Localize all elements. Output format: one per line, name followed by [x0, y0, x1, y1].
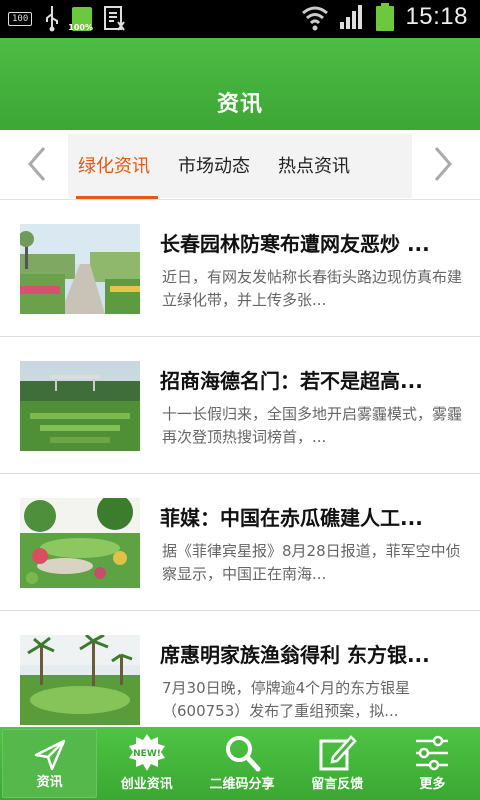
news-summary: 十一长假归来，全国多地开启雾霾模式，雾霾再次登顶热搜词榜首，... — [162, 405, 463, 446]
news-summary: 7月30日晚，停牌逾4个月的东方银星（600753）发布了重组预案，拟... — [162, 679, 411, 720]
edit-icon — [319, 735, 357, 771]
battery-icon — [376, 3, 395, 31]
active-tab-indicator — [76, 196, 158, 199]
nav-feedback[interactable]: 留言反馈 — [290, 727, 385, 800]
news-title: 席惠明家族渔翁得利 东方银... — [160, 643, 430, 667]
status-bar: 100 100% 15:18 — [0, 0, 480, 38]
chevron-left-icon[interactable] — [22, 146, 52, 182]
status-right-icons: 15:18 — [301, 2, 468, 32]
list-item[interactable]: 招商海德名门：若不是超高... 十一长假归来，全国多地开启雾霾模式，雾霾再次登顶… — [0, 337, 480, 474]
document-icon — [104, 6, 126, 31]
nav-startup-news[interactable]: NEW! 创业资讯 — [99, 727, 194, 800]
nav-qr-share[interactable]: 二维码分享 — [194, 727, 289, 800]
news-title: 招商海德名门：若不是超高... — [160, 369, 423, 393]
nav-label: 资讯 — [36, 775, 63, 790]
list-item[interactable]: 长春园林防寒布遭网友恶炒 ... 近日，有网友发帖称长春街头路边现仿真布建立绿化… — [0, 200, 480, 337]
nav-label: 创业资讯 — [120, 777, 173, 792]
category-tabs: 绿化资讯 市场动态 热点资讯 — [0, 130, 480, 200]
search-icon — [226, 736, 261, 772]
nav-news[interactable]: 资讯 — [2, 729, 98, 798]
chevron-right-icon[interactable] — [428, 146, 458, 182]
list-item[interactable]: 菲媒：中国在赤瓜礁建人工... 据《菲律宾星报》8月28日报道，菲军空中侦察显示… — [0, 474, 480, 611]
page-title: 资讯 — [216, 92, 263, 117]
new-badge-icon: NEW! — [128, 734, 165, 771]
news-thumbnail — [20, 361, 140, 451]
news-summary: 据《菲律宾星报》8月28日报道，菲军空中侦察显示，中国正在南海... — [162, 542, 461, 583]
clock: 15:18 — [405, 3, 468, 30]
news-title: 菲媒：中国在赤瓜礁建人工... — [160, 506, 423, 530]
news-thumbnail — [20, 224, 140, 314]
nav-label: 留言反馈 — [311, 777, 364, 792]
battery-charging-icon: 100% — [68, 7, 93, 32]
news-thumbnail — [20, 635, 140, 725]
tab-market-trends[interactable]: 市场动态 — [178, 152, 250, 178]
status-left-icons: 100 100% — [8, 6, 126, 32]
tab-hot-news[interactable]: 热点资讯 — [278, 152, 350, 178]
bottom-nav: 资讯 NEW! 创业资讯 二维码分享 留言反馈 更多 — [0, 727, 480, 800]
tab-greening-news[interactable]: 绿化资讯 — [78, 152, 150, 178]
sliders-icon — [416, 735, 449, 771]
title-bar: 资讯 — [0, 38, 480, 130]
nav-label: 更多 — [419, 777, 446, 792]
news-thumbnail — [20, 498, 140, 588]
send-icon — [34, 739, 65, 771]
storage-icon: 100 — [8, 12, 33, 26]
wifi-icon — [302, 6, 329, 31]
new-badge-text: NEW! — [133, 749, 161, 759]
battery-small-label: 100% — [68, 23, 93, 32]
nav-label: 二维码分享 — [209, 777, 275, 792]
nav-more[interactable]: 更多 — [385, 727, 480, 800]
news-list: 长春园林防寒布遭网友恶炒 ... 近日，有网友发帖称长春街头路边现仿真布建立绿化… — [0, 200, 480, 748]
signal-icon — [340, 5, 363, 29]
news-summary: 近日，有网友发帖称长春街头路边现仿真布建立绿化带，并上传多张... — [162, 268, 463, 309]
news-title: 长春园林防寒布遭网友恶炒 ... — [160, 232, 430, 256]
usb-icon — [46, 6, 59, 32]
